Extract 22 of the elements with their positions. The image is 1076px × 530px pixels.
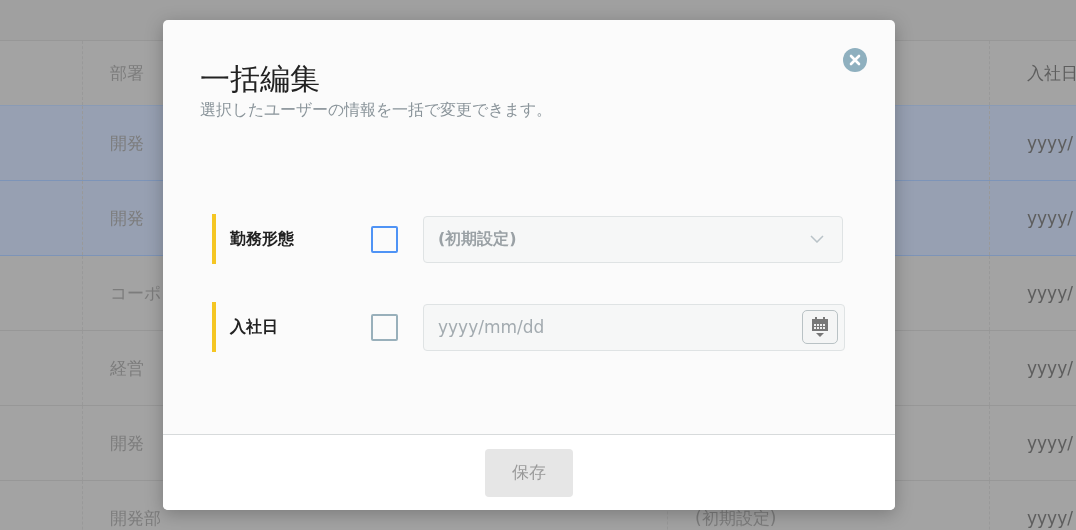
field-label: 入社日 xyxy=(229,316,279,338)
calendar-icon xyxy=(810,316,830,338)
dialog-subtitle: 選択したユーザーの情報を一括で変更できます。 xyxy=(200,100,553,121)
dialog-title: 一括編集 xyxy=(200,60,321,98)
table-cell: yyyy/ xyxy=(1027,433,1073,453)
accent-bar xyxy=(212,302,216,352)
checkbox[interactable] xyxy=(371,313,398,341)
table-cell: yyyy/ xyxy=(1027,283,1073,303)
select-field[interactable]: (初期設定) xyxy=(423,215,843,263)
field-label: 勤務形態 xyxy=(229,228,295,250)
table-cell: yyyy/ xyxy=(1027,208,1073,228)
calendar-button[interactable] xyxy=(802,310,838,344)
date-field[interactable]: yyyy/mm/dd xyxy=(423,303,845,351)
column-header: 入社日 xyxy=(1027,61,1076,85)
table-cell: yyyy/ xyxy=(1027,358,1073,378)
close-button[interactable] xyxy=(843,48,867,72)
table-cell: yyyy/ xyxy=(1027,133,1073,153)
date-input[interactable]: yyyy/mm/dd xyxy=(438,317,802,337)
chevron-down-icon xyxy=(810,235,824,243)
table-cell: yyyy/ xyxy=(1027,508,1073,528)
checkbox[interactable] xyxy=(371,225,398,253)
accent-bar xyxy=(212,214,216,264)
